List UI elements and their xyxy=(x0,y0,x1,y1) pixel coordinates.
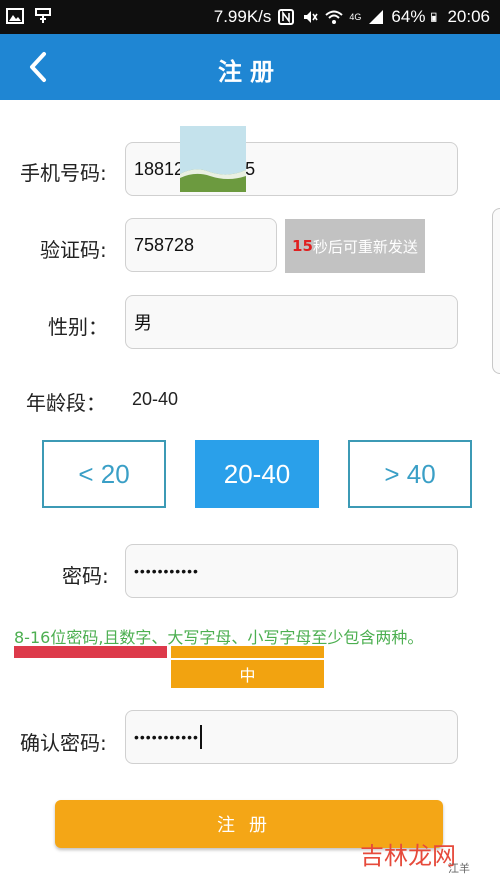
clock: 20:06 xyxy=(447,7,490,26)
phone-value-end: 5 xyxy=(245,158,256,179)
landscape-image-icon xyxy=(180,126,246,192)
scroll-indicator xyxy=(492,208,500,374)
network-speed: 7.99K/s xyxy=(213,7,272,26)
battery-percent: 64% xyxy=(391,7,426,26)
page-title: 注册 xyxy=(218,58,282,86)
phone-input[interactable]: 18812 5 xyxy=(125,142,458,196)
image-thumbnail xyxy=(180,126,246,192)
usb-icon xyxy=(35,8,51,23)
confirm-password-input[interactable]: ••••••••••• xyxy=(125,710,458,764)
password-input[interactable]: ••••••••••• xyxy=(125,544,458,598)
age-value: 20-40 xyxy=(132,389,179,409)
watermark: 吉林龙网 xyxy=(360,842,456,870)
gender-input[interactable]: 男 xyxy=(125,295,458,349)
confirm-password-value: ••••••••••• xyxy=(134,729,199,745)
status-right: 7.99K/s 4G 64% 20:06 xyxy=(214,7,490,27)
status-left-icons xyxy=(6,7,52,25)
code-input[interactable]: 758728 xyxy=(125,218,277,272)
resend-text: 秒后可重新发送 xyxy=(312,237,418,256)
mute-icon xyxy=(304,11,319,23)
age-option-over-40[interactable]: > 40 xyxy=(348,440,472,508)
password-hint: 8-16位密码,且数字、大写字母、小写字母至少包含两种。 xyxy=(14,628,424,647)
resend-countdown: 15 xyxy=(292,237,313,255)
password-value: ••••••••••• xyxy=(134,563,199,579)
gender-value: 男 xyxy=(134,313,152,333)
nfc-icon xyxy=(278,9,295,25)
code-value: 758728 xyxy=(134,234,195,255)
wifi-icon xyxy=(325,10,344,24)
phone-value-start: 18812 xyxy=(134,158,185,179)
age-option-under-20[interactable]: < 20 xyxy=(42,440,166,508)
confirm-password-label: 确认密码: xyxy=(20,731,107,755)
code-label: 验证码: xyxy=(40,238,107,262)
phone-label: 手机号码: xyxy=(20,161,107,185)
status-bar: 7.99K/s 4G 64% 20:06 xyxy=(0,0,500,34)
strength-bar-weak xyxy=(14,646,167,658)
gender-label: 性别： xyxy=(48,315,108,339)
resend-code-button[interactable]: 15 秒后可重新发送 xyxy=(285,219,425,273)
title-bar: 注册 xyxy=(0,34,500,100)
strength-label: 中 xyxy=(171,660,324,688)
password-label: 密码: xyxy=(62,564,109,588)
age-label: 年龄段： xyxy=(26,391,106,415)
battery-icon xyxy=(431,12,437,22)
text-cursor xyxy=(199,725,202,749)
signal-icon xyxy=(369,10,384,24)
strength-bar-medium xyxy=(171,646,324,658)
gallery-icon xyxy=(6,8,24,24)
network-type: 4G xyxy=(349,12,362,22)
watermark-sub: 江羊 xyxy=(448,862,470,875)
age-option-20-40[interactable]: 20-40 xyxy=(195,440,319,508)
